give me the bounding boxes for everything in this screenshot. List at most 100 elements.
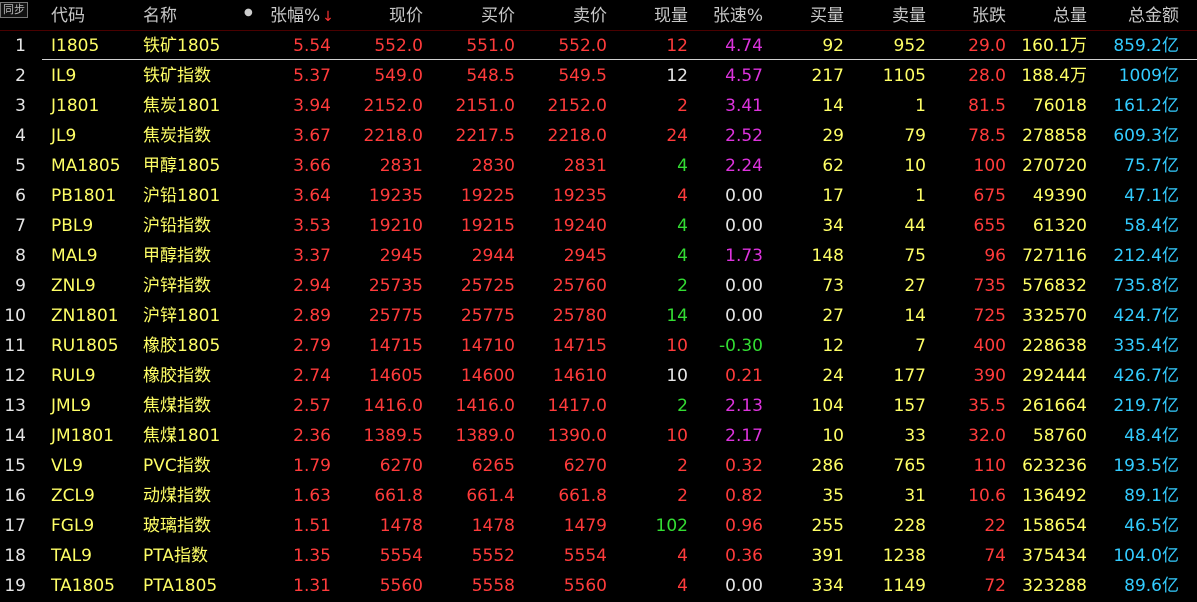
table-row[interactable]: 6 PB1801 沪铅1801 3.64 19235 19225 19235 4 0.00 17 1… [0,181,1197,211]
row-code: FGL9 [51,516,95,536]
header-change-pct[interactable]: 张幅% ↓ [270,0,334,30]
row-ask-vol: 44 [904,216,926,236]
row-index: 11 [4,336,26,356]
header-ask[interactable]: 卖价 [515,0,607,30]
row-total-vol: 270720 [1022,156,1087,176]
row-last-price: 552.0 [374,36,423,56]
row-volume: 4 [677,186,688,206]
table-row[interactable]: 5 MA1805 甲醇1805 3.66 2831 2830 2831 4 2.24 62 10 10… [0,151,1197,181]
header-bid[interactable]: 买价 [423,0,515,30]
row-last-price: 5554 [379,546,423,566]
row-volume: 2 [677,96,688,116]
row-ask-price: 19235 [552,186,607,206]
table-row[interactable]: 13 JML9 焦煤指数 2.57 1416.0 1416.0 1417.0 2 2.13 104… [0,391,1197,421]
row-speed: 2.52 [725,126,763,146]
row-code: MAL9 [51,246,98,266]
header-bid-vol[interactable]: 买量 [763,0,844,30]
table-body: 1 I1805 铁矿1805 5.54 552.0 551.0 552.0 12 4.74 92 9… [0,31,1197,601]
row-change-pct: 3.53 [293,216,331,236]
header-volume[interactable]: 现量 [607,0,688,30]
header-change-pct-label: 张幅% [270,6,321,26]
row-total-vol: 576832 [1022,276,1087,296]
table-row[interactable]: 15 VL9 PVC指数 1.79 6270 6265 6270 2 0.32 286 765 110… [0,451,1197,481]
row-volume: 10 [666,366,688,386]
row-speed: 2.13 [725,396,763,416]
row-code: I1805 [51,36,100,56]
row-index: 4 [15,126,26,146]
row-last-price: 1389.5 [363,426,423,446]
row-total-amt: 859.2亿 [1113,36,1179,56]
row-total-vol: 158654 [1022,516,1087,536]
row-change-pct: 3.64 [293,186,331,206]
row-bid-vol: 29 [822,126,844,146]
table-row[interactable]: 8 MAL9 甲醇指数 3.37 2945 2944 2945 4 1.73 148 75 96 727… [0,241,1197,271]
row-volume: 2 [677,276,688,296]
row-ask-vol: 1 [915,96,926,116]
header-ask-vol[interactable]: 卖量 [844,0,926,30]
row-speed: 0.21 [725,366,763,386]
table-row[interactable]: 9 ZNL9 沪锌指数 2.94 25735 25725 25760 2 0.00 73 27 735… [0,271,1197,301]
row-name: 沪锌1801 [143,306,221,326]
row-last-price: 1416.0 [363,396,423,416]
table-row[interactable]: 4 JL9 焦炭指数 3.67 2218.0 2217.5 2218.0 24 2.52 29 79… [0,121,1197,151]
row-bid-vol: 10 [822,426,844,446]
row-ask-price: 2945 [563,246,607,266]
row-bid-vol: 12 [822,336,844,356]
row-index: 7 [15,216,26,236]
row-change-pct: 5.37 [293,66,331,86]
header-change[interactable]: 张跌 [926,0,1006,30]
row-change: 35.5 [968,396,1006,416]
row-ask-vol: 79 [904,126,926,146]
row-code: RU1805 [51,336,119,356]
header-code[interactable]: 代码 [51,0,85,30]
header-total-amt[interactable]: 总金额 [1087,0,1179,30]
row-bid-price: 2217.5 [455,126,515,146]
row-change-pct: 1.79 [293,456,331,476]
row-speed: 0.96 [725,516,763,536]
header-name[interactable]: 名称 [143,0,177,30]
row-ask-price: 25760 [552,276,607,296]
header-total-vol[interactable]: 总量 [1006,0,1087,30]
row-volume: 4 [677,546,688,566]
row-total-amt: 104.0亿 [1113,546,1179,566]
row-last-price: 549.0 [374,66,423,86]
row-bid-price: 25725 [460,276,515,296]
row-bid-vol: 34 [822,216,844,236]
table-row[interactable]: 2 IL9 铁矿指数 5.37 549.0 548.5 549.5 12 4.57 217 1105… [0,61,1197,91]
sync-tab[interactable]: 同步 [0,2,28,18]
table-row[interactable]: 17 FGL9 玻璃指数 1.51 1478 1478 1479 102 0.96 255 228 2… [0,511,1197,541]
row-ask-vol: 7 [915,336,926,356]
row-last-price: 2831 [379,156,423,176]
row-name: 焦炭指数 [143,126,211,146]
row-bid-price: 2151.0 [455,96,515,116]
row-speed: 4.74 [725,36,763,56]
row-bid-vol: 27 [822,306,844,326]
table-row[interactable]: 16 ZCL9 动煤指数 1.63 661.8 661.4 661.8 2 0.82 35 31 10… [0,481,1197,511]
row-name: 焦煤1801 [143,426,221,446]
row-total-vol: 228638 [1022,336,1087,356]
row-index: 10 [4,306,26,326]
header-speed[interactable]: 张速% [688,0,763,30]
table-row[interactable]: 11 RU1805 橡胶1805 2.79 14715 14710 14715 10 -0.30… [0,331,1197,361]
row-ask-price: 1390.0 [547,426,607,446]
table-row[interactable]: 18 TAL9 PTA指数 1.35 5554 5552 5554 4 0.36 391 1238 7… [0,541,1197,571]
row-ask-price: 5554 [563,546,607,566]
row-code: JML9 [51,396,91,416]
row-code: ZCL9 [51,486,95,506]
table-row[interactable]: 1 I1805 铁矿1805 5.54 552.0 551.0 552.0 12 4.74 92 9… [0,31,1197,61]
row-ask-vol: 1105 [882,66,926,86]
row-last-price: 661.8 [374,486,423,506]
table-row[interactable]: 10 ZN1801 沪锌1801 2.89 25775 25775 25780 14 0.00 2… [0,301,1197,331]
table-row[interactable]: 7 PBL9 沪铅指数 3.53 19210 19215 19240 4 0.00 34 44 655… [0,211,1197,241]
table-row[interactable]: 14 JM1801 焦煤1801 2.36 1389.5 1389.0 1390.0 10 2.… [0,421,1197,451]
row-bid-price: 14600 [460,366,515,386]
row-name: 沪锌指数 [143,276,211,296]
header-last[interactable]: 现价 [331,0,423,30]
row-last-price: 14605 [368,366,423,386]
table-row[interactable]: 3 J1801 焦炭1801 3.94 2152.0 2151.0 2152.0 2 3.41 1… [0,91,1197,121]
row-volume: 102 [655,516,688,536]
row-ask-vol: 952 [893,36,926,56]
row-total-amt: 212.4亿 [1113,246,1179,266]
row-bid-vol: 92 [822,36,844,56]
table-row[interactable]: 12 RUL9 橡胶指数 2.74 14605 14600 14610 10 0.21 24 177… [0,361,1197,391]
